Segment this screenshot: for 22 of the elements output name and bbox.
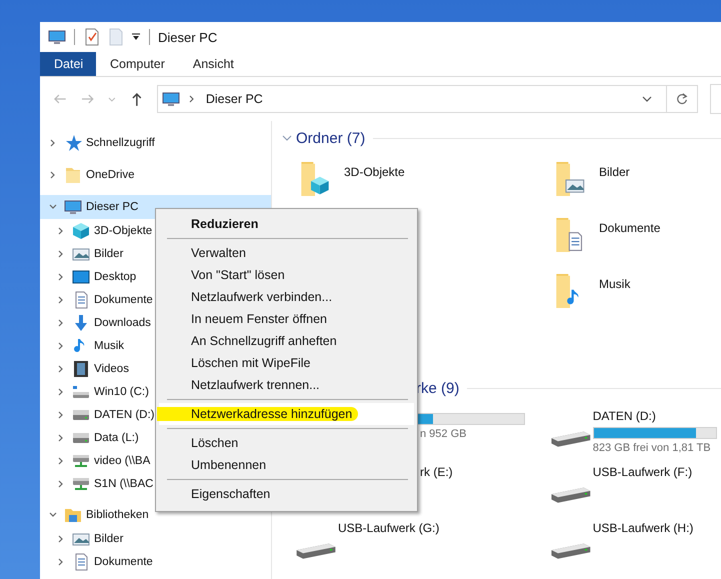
tree-item-label: video (\\BA xyxy=(94,454,150,466)
address-path: Dieser PC xyxy=(206,92,264,106)
tree-item-label: Dieser PC xyxy=(86,201,138,213)
tree-item-label: Downloads xyxy=(94,316,151,328)
tree-item-label: Videos xyxy=(94,362,129,374)
tree-item-label: 3D-Objekte xyxy=(94,224,152,236)
free-space-text: n 952 GB xyxy=(420,428,468,440)
tree-item-label: Dokumente xyxy=(94,294,153,306)
tree-item-label: OneDrive xyxy=(86,169,135,181)
window-title: Dieser PC xyxy=(158,30,218,44)
tree-item-label: S1N (\\BAC xyxy=(94,478,154,490)
tree-item-label: Schnellzugriff xyxy=(86,137,155,149)
tree-item-label: Dokumente xyxy=(94,556,153,568)
tree-item-label: Bibliotheken xyxy=(86,509,149,521)
tree-item-label: Bilder xyxy=(94,248,124,260)
tree-item-label: Desktop xyxy=(94,270,136,282)
tree-item-label: Musik xyxy=(94,340,124,352)
free-space-text: 823 GB frei von 1,81 TB xyxy=(592,442,712,454)
tree-item-label: Data (L:) xyxy=(94,432,139,444)
tree-item-label: DATEN (D:) xyxy=(94,408,154,420)
tree-item-label: Bilder xyxy=(94,532,124,544)
tree-item-label: Win10 (C:) xyxy=(94,386,149,398)
